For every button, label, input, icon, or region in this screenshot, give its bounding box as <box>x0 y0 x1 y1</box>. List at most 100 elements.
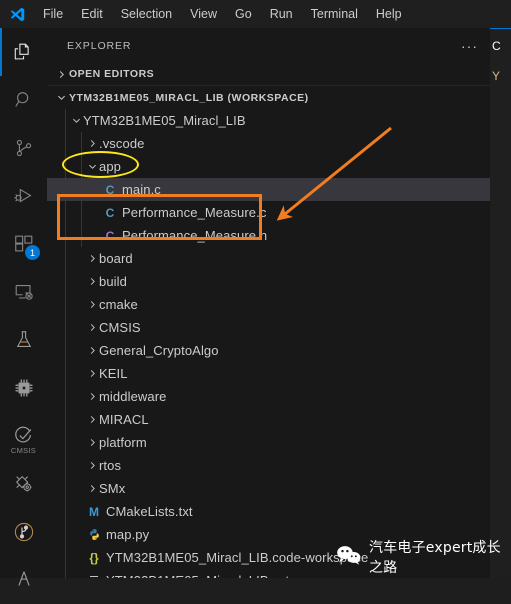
tree-item-label: YTM32B1ME05_Miracl_LIB.code-workspace <box>106 550 369 565</box>
activity-explorer[interactable] <box>0 28 47 76</box>
menu-bar: File Edit Selection View Go Run Terminal… <box>34 0 411 28</box>
tree-folder-row[interactable]: cmake <box>47 293 490 316</box>
tree-folder-row[interactable]: board <box>47 247 490 270</box>
chevron-right-icon <box>85 138 99 149</box>
tree-folder-row[interactable]: middleware <box>47 385 490 408</box>
c-file-icon: C <box>105 205 115 220</box>
workspace-label: YTM32B1ME05_MIRACL_LIB (WORKSPACE) <box>69 91 309 104</box>
menu-help[interactable]: Help <box>367 0 411 28</box>
activity-cmsis[interactable]: CMSIS <box>0 412 47 460</box>
chevron-down-icon <box>69 115 83 126</box>
git-graph-circle-icon <box>12 520 36 544</box>
activity-remote-explorer[interactable] <box>0 268 47 316</box>
tree-item-label: General_CryptoAlgo <box>99 343 219 358</box>
tree-folder-row[interactable]: YTM32B1ME05_Miracl_LIB <box>47 109 490 132</box>
tree-folder-row[interactable]: SMx <box>47 477 490 500</box>
menu-terminal[interactable]: Terminal <box>302 0 367 28</box>
python-file-icon <box>85 528 103 541</box>
beaker-icon <box>13 329 35 351</box>
activity-testing[interactable] <box>0 316 47 364</box>
chevron-right-icon <box>85 414 99 425</box>
tree-folder-row[interactable]: KEIL <box>47 362 490 385</box>
tree-file-row[interactable]: M CMakeLists.txt <box>47 500 490 523</box>
activity-embedded-tools[interactable] <box>0 364 47 412</box>
explorer-sidebar: EXPLORER ··· OPEN EDITORS YTM32B1ME05_MI… <box>47 28 491 578</box>
activity-search[interactable] <box>0 76 47 124</box>
tree-folder-row[interactable]: MIRACL <box>47 408 490 431</box>
tree-item-label: Performance_Measure.c <box>122 205 267 220</box>
tree-item-label: YTM32B1ME05_Miracl_LIB <box>83 113 246 128</box>
tree-folder-row[interactable]: build <box>47 270 490 293</box>
tree-file-row[interactable]: C Performance_Measure.h <box>47 224 490 247</box>
more-actions-icon[interactable]: ··· <box>461 39 478 53</box>
menu-edit[interactable]: Edit <box>72 0 112 28</box>
tree-item-label: CMSIS <box>99 320 141 335</box>
chevron-right-icon <box>85 460 99 471</box>
tree-item-label: board <box>99 251 133 266</box>
tree-item-label: Performance_Measure.h <box>122 228 268 243</box>
tree-item-label: cmake <box>99 297 138 312</box>
tree-item-label: YTM32B1ME05_Miracl_LIB.yct <box>106 573 289 578</box>
tree-item-label: .vscode <box>99 136 145 151</box>
activity-extensions[interactable]: 1 <box>0 220 47 268</box>
search-icon <box>13 89 35 111</box>
chevron-right-icon <box>85 299 99 310</box>
tree-item-label: app <box>99 159 121 174</box>
chevron-right-icon <box>53 69 69 80</box>
section-workspace[interactable]: YTM32B1ME05_MIRACL_LIB (WORKSPACE) <box>47 86 490 109</box>
json-file-icon: {} <box>89 550 99 565</box>
chevron-right-icon <box>85 391 99 402</box>
tree-item-label: map.py <box>106 527 150 542</box>
activity-git-graph[interactable] <box>0 508 47 556</box>
vscode-logo-icon <box>0 0 34 28</box>
remote-explorer-icon <box>13 281 35 303</box>
menu-file[interactable]: File <box>34 0 72 28</box>
title-bar: File Edit Selection View Go Run Terminal… <box>0 0 511 28</box>
editor-content[interactable]: Y <box>490 63 511 578</box>
tree-item-label: rtos <box>99 458 122 473</box>
section-open-editors[interactable]: OPEN EDITORS <box>47 63 490 86</box>
menu-go[interactable]: Go <box>226 0 261 28</box>
chevron-right-icon <box>85 437 99 448</box>
watermark: 汽车电子expert成长之路 <box>336 540 511 576</box>
tree-folder-row[interactable]: General_CryptoAlgo <box>47 339 490 362</box>
tree-file-row[interactable]: C Performance_Measure.c <box>47 201 490 224</box>
menu-selection[interactable]: Selection <box>112 0 181 28</box>
cmsis-icon <box>13 425 35 447</box>
tree-folder-row[interactable]: CMSIS <box>47 316 490 339</box>
activity-run-and-debug[interactable] <box>0 172 47 220</box>
cmake-file-icon: M <box>89 504 99 519</box>
h-file-icon: C <box>105 228 115 243</box>
editor-area: C Y <box>490 28 511 578</box>
tree-file-row[interactable]: Cmain.c <box>47 178 490 201</box>
editor-tab[interactable]: C <box>490 28 511 63</box>
tree-folder-row[interactable]: app <box>47 155 490 178</box>
explorer-title-bar: EXPLORER ··· <box>47 28 490 63</box>
wechat-icon <box>336 544 362 571</box>
chevron-right-icon <box>85 322 99 333</box>
tree-item-label: platform <box>99 435 147 450</box>
compass-icon <box>13 569 35 591</box>
tree-item-label: MIRACL <box>99 412 149 427</box>
tree-item-label: KEIL <box>99 366 128 381</box>
source-control-icon <box>13 137 35 159</box>
tree-folder-row[interactable]: rtos <box>47 454 490 477</box>
tree-folder-row[interactable]: platform <box>47 431 490 454</box>
menu-view[interactable]: View <box>181 0 226 28</box>
watermark-text: 汽车电子expert成长之路 <box>369 540 501 576</box>
run-debug-icon <box>13 185 35 207</box>
activity-bottom-tool[interactable] <box>0 556 47 604</box>
c-file-icon: C <box>105 182 115 197</box>
activity-source-control[interactable] <box>0 124 47 172</box>
tree-folder-row[interactable]: .vscode <box>47 132 490 155</box>
page-title: EXPLORER <box>67 39 132 52</box>
chip-icon <box>13 377 35 399</box>
menu-run[interactable]: Run <box>261 0 302 28</box>
activity-bar: 1 CMSIS <box>0 28 48 586</box>
chevron-down-icon <box>53 92 69 103</box>
activity-peripheral-config[interactable] <box>0 460 47 508</box>
chevron-right-icon <box>85 253 99 264</box>
circuit-gear-icon <box>13 473 35 495</box>
extensions-badge: 1 <box>25 245 40 260</box>
text-file-icon: ☰ <box>85 574 103 578</box>
